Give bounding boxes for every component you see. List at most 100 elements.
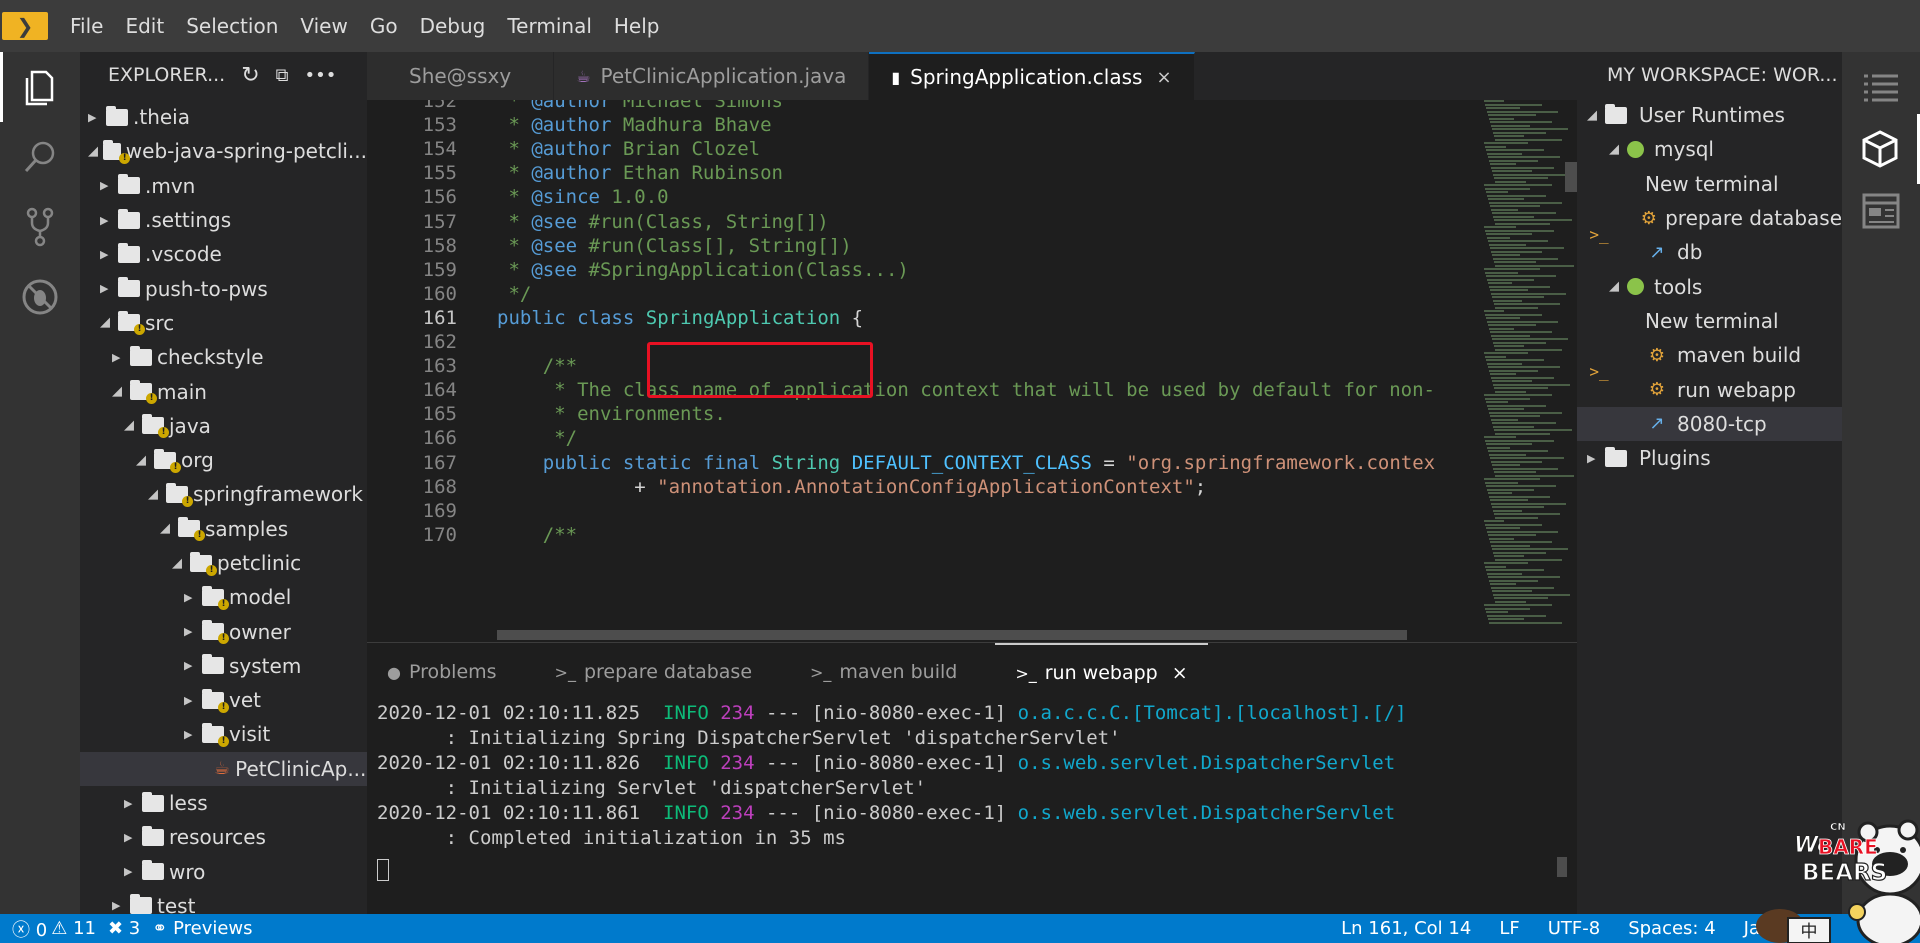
chevron-down-icon: ◢ [172, 555, 182, 571]
workspace-item[interactable]: ↗ db [1577, 235, 1842, 269]
more-icon[interactable]: ••• [305, 65, 337, 86]
explorer-item[interactable]: ▶! vet [80, 683, 367, 717]
workspace-item[interactable]: ↗ 8080-tcp [1577, 406, 1842, 441]
code-area[interactable]: * @author Michael Simons * @author Madhu… [497, 100, 1477, 642]
explorer-item[interactable]: ▶ .settings [80, 203, 367, 237]
close-icon[interactable]: × [1156, 67, 1171, 88]
explorer-item[interactable]: ◢! org [80, 443, 367, 477]
chevron-right-icon: ▶ [184, 727, 193, 741]
menu-go[interactable]: Go [370, 14, 398, 38]
warnings-status[interactable]: ⚠ 11 [51, 918, 96, 939]
explorer-item[interactable]: ▶! owner [80, 614, 367, 648]
workspace-item[interactable]: ◢ mysql [1577, 132, 1842, 166]
minimap-line [1489, 159, 1538, 162]
explorer-item[interactable]: ▶ .mvn [80, 169, 367, 203]
editor-horizontal-scrollbar[interactable] [497, 630, 1407, 640]
menu-file[interactable]: File [70, 14, 103, 38]
indentation-indicator[interactable]: Spaces: 4 [1628, 918, 1715, 939]
tools-status[interactable]: ✖ 3 [108, 918, 140, 939]
explorer-icon[interactable] [0, 52, 80, 122]
minimap-line [1491, 502, 1566, 505]
workspace-item[interactable]: ◢ tools [1577, 269, 1842, 303]
chevron-down-icon: ◢ [1587, 107, 1597, 123]
search-icon[interactable] [0, 122, 80, 192]
line-number: 156 [422, 186, 457, 209]
code-token: Michael Simons [611, 100, 783, 112]
folder-icon: ! [142, 414, 169, 439]
runtime-status-icon [1627, 140, 1644, 158]
explorer-item[interactable]: ◢! java [80, 409, 367, 443]
code-token: static [622, 451, 692, 474]
editor-tab[interactable]: ☕ PetClinicApplication.java [554, 52, 870, 100]
encoding-indicator[interactable]: UTF-8 [1548, 918, 1600, 939]
explorer-item[interactable]: ▶! visit [80, 717, 367, 751]
terminal-scrollbar[interactable] [1557, 857, 1567, 877]
explorer-item[interactable]: ◢! src [80, 306, 367, 340]
editor-tab[interactable]: ▮ SpringApplication.class × [869, 52, 1195, 100]
explorer-item[interactable]: ▶ .vscode [80, 237, 367, 271]
editor-tab[interactable]: She@ssxy [367, 52, 555, 100]
minimap-line [1486, 149, 1544, 151]
outline-icon[interactable] [1842, 52, 1920, 122]
panel-tab[interactable]: >_ run webapp × [995, 643, 1208, 701]
menu-view[interactable]: View [300, 14, 347, 38]
code-token: public [542, 451, 612, 474]
terminal-output[interactable]: 2020-12-01 02:10:11.825 INFO 234 --- [ni… [377, 701, 1567, 882]
code-editor[interactable]: 152 153 154 155 156 157 158 159 160 161 162 163 164 1… [367, 100, 1577, 642]
menu-selection[interactable]: Selection [186, 14, 278, 38]
theia-logo[interactable]: ❯ [2, 12, 48, 40]
debug-icon[interactable] [0, 262, 80, 332]
minimap[interactable] [1480, 100, 1577, 642]
workspace-item[interactable]: ◢ User Runtimes [1577, 98, 1842, 132]
menu-debug[interactable]: Debug [420, 14, 486, 38]
explorer-item[interactable]: ◢! samples [80, 512, 367, 546]
workspace-item[interactable]: ⚙ prepare database [1577, 201, 1842, 235]
workspace-item[interactable]: ▶ Plugins [1577, 441, 1842, 475]
previews-status[interactable]: ⚭ Previews [152, 918, 252, 939]
explorer-item[interactable]: ☕ PetClinicAp... [80, 751, 367, 786]
minimap-line [1489, 411, 1562, 414]
explorer-item[interactable]: ◢! petclinic [80, 546, 367, 580]
explorer-item[interactable]: ▶ test [80, 889, 367, 914]
eol-indicator[interactable]: LF [1499, 918, 1519, 939]
explorer-item[interactable]: ▶ less [80, 786, 367, 820]
explorer-item[interactable]: ▶ wro [80, 855, 367, 889]
workspace-item[interactable]: >_ New terminal [1577, 304, 1842, 381]
explorer-item[interactable]: ◢! web-java-spring-petcli... [80, 134, 367, 168]
explorer-item[interactable]: ▶ .theia [80, 100, 367, 134]
explorer-item[interactable]: ◢! springframework [80, 477, 367, 511]
cursor-position[interactable]: Ln 161, Col 14 [1341, 918, 1471, 939]
panel-tab[interactable]: >_ maven build [790, 643, 977, 701]
line-number: 167 [422, 451, 457, 474]
explorer-item[interactable]: ▶ resources [80, 820, 367, 854]
panel-tab[interactable]: ● Problems [367, 643, 517, 701]
explorer-item[interactable]: ◢! main [80, 374, 367, 408]
minimap-line [1484, 562, 1528, 564]
workspace-item[interactable]: ⚙ run webapp [1577, 372, 1842, 406]
errors-status[interactable]: ⓧ 0 [12, 916, 47, 942]
minimap-line [1494, 261, 1536, 263]
menu-help[interactable]: Help [614, 14, 660, 38]
explorer-item[interactable]: ▶! model [80, 580, 367, 614]
workspace-item[interactable]: ⚙ maven build [1577, 338, 1842, 372]
menu-terminal[interactable]: Terminal [507, 14, 592, 38]
close-icon[interactable]: × [1172, 662, 1188, 684]
sticker-zh: 中 [1801, 922, 1818, 942]
minimap-line [1490, 415, 1540, 417]
workspace-tree: ◢ User Runtimes ◢ mysql >_ New terminal ⚙ prepa… [1577, 98, 1842, 475]
menu-edit[interactable]: Edit [125, 14, 164, 38]
collapse-all-icon[interactable]: ⧉ [276, 65, 289, 86]
workspace-item[interactable]: >_ New terminal [1577, 167, 1842, 244]
terminal-prompt[interactable] [377, 857, 1567, 882]
code-token: { [840, 306, 864, 329]
preview-panel-icon[interactable] [1842, 176, 1920, 246]
panel-tab[interactable]: >_ prepare database [535, 643, 772, 701]
source-control-icon[interactable] [0, 192, 80, 262]
workspace-cube-icon[interactable] [1842, 114, 1920, 184]
explorer-item[interactable]: ▶ push-to-pws [80, 271, 367, 305]
editor-vertical-scrollbar[interactable] [1565, 162, 1577, 192]
minimap-line [1487, 320, 1558, 323]
explorer-item[interactable]: ▶ checkstyle [80, 340, 367, 374]
explorer-item[interactable]: ▶ system [80, 649, 367, 683]
refresh-icon[interactable]: ↻ [241, 63, 259, 88]
